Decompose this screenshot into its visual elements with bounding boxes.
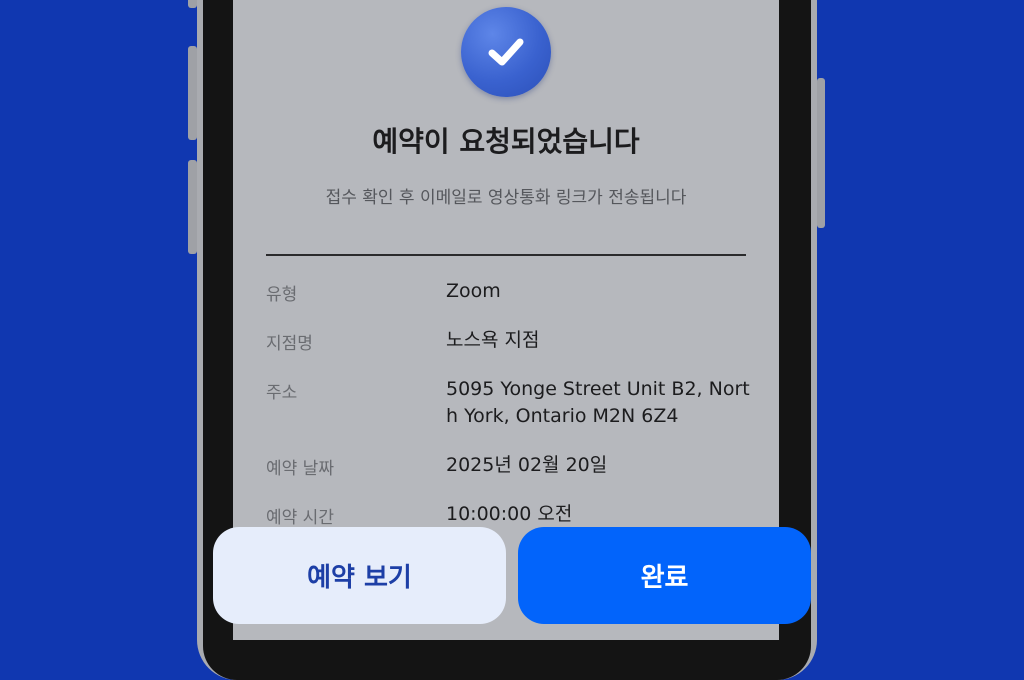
divider <box>266 254 746 256</box>
detail-value-type: Zoom <box>446 280 501 302</box>
phone-volume-up-button <box>188 46 197 140</box>
detail-value-date: 2025년 02월 20일 <box>446 454 608 476</box>
view-booking-button[interactable]: 예약 보기 <box>213 527 506 624</box>
detail-label-type: 유형 <box>266 285 298 305</box>
detail-label-date: 예약 날짜 <box>266 459 334 479</box>
success-badge <box>461 7 551 97</box>
confirmation-subtitle: 접수 확인 후 이메일로 영상통화 링크가 전송됩니다 <box>325 188 687 208</box>
phone-side-button <box>188 0 197 8</box>
phone-volume-down-button <box>188 160 197 254</box>
detail-label-time: 예약 시간 <box>266 508 334 528</box>
detail-label-address: 주소 <box>266 383 298 403</box>
phone-power-button <box>817 78 825 228</box>
confirmation-title: 예약이 요청되었습니다 <box>372 125 640 158</box>
detail-value-time: 10:00:00 오전 <box>446 503 573 525</box>
detail-label-branch: 지점명 <box>266 334 313 354</box>
done-button[interactable]: 완료 <box>518 527 811 624</box>
check-icon <box>488 38 524 66</box>
detail-value-branch: 노스욕 지점 <box>446 329 540 351</box>
detail-value-address: 5095 Yonge Street Unit B2, North York, O… <box>446 378 750 427</box>
